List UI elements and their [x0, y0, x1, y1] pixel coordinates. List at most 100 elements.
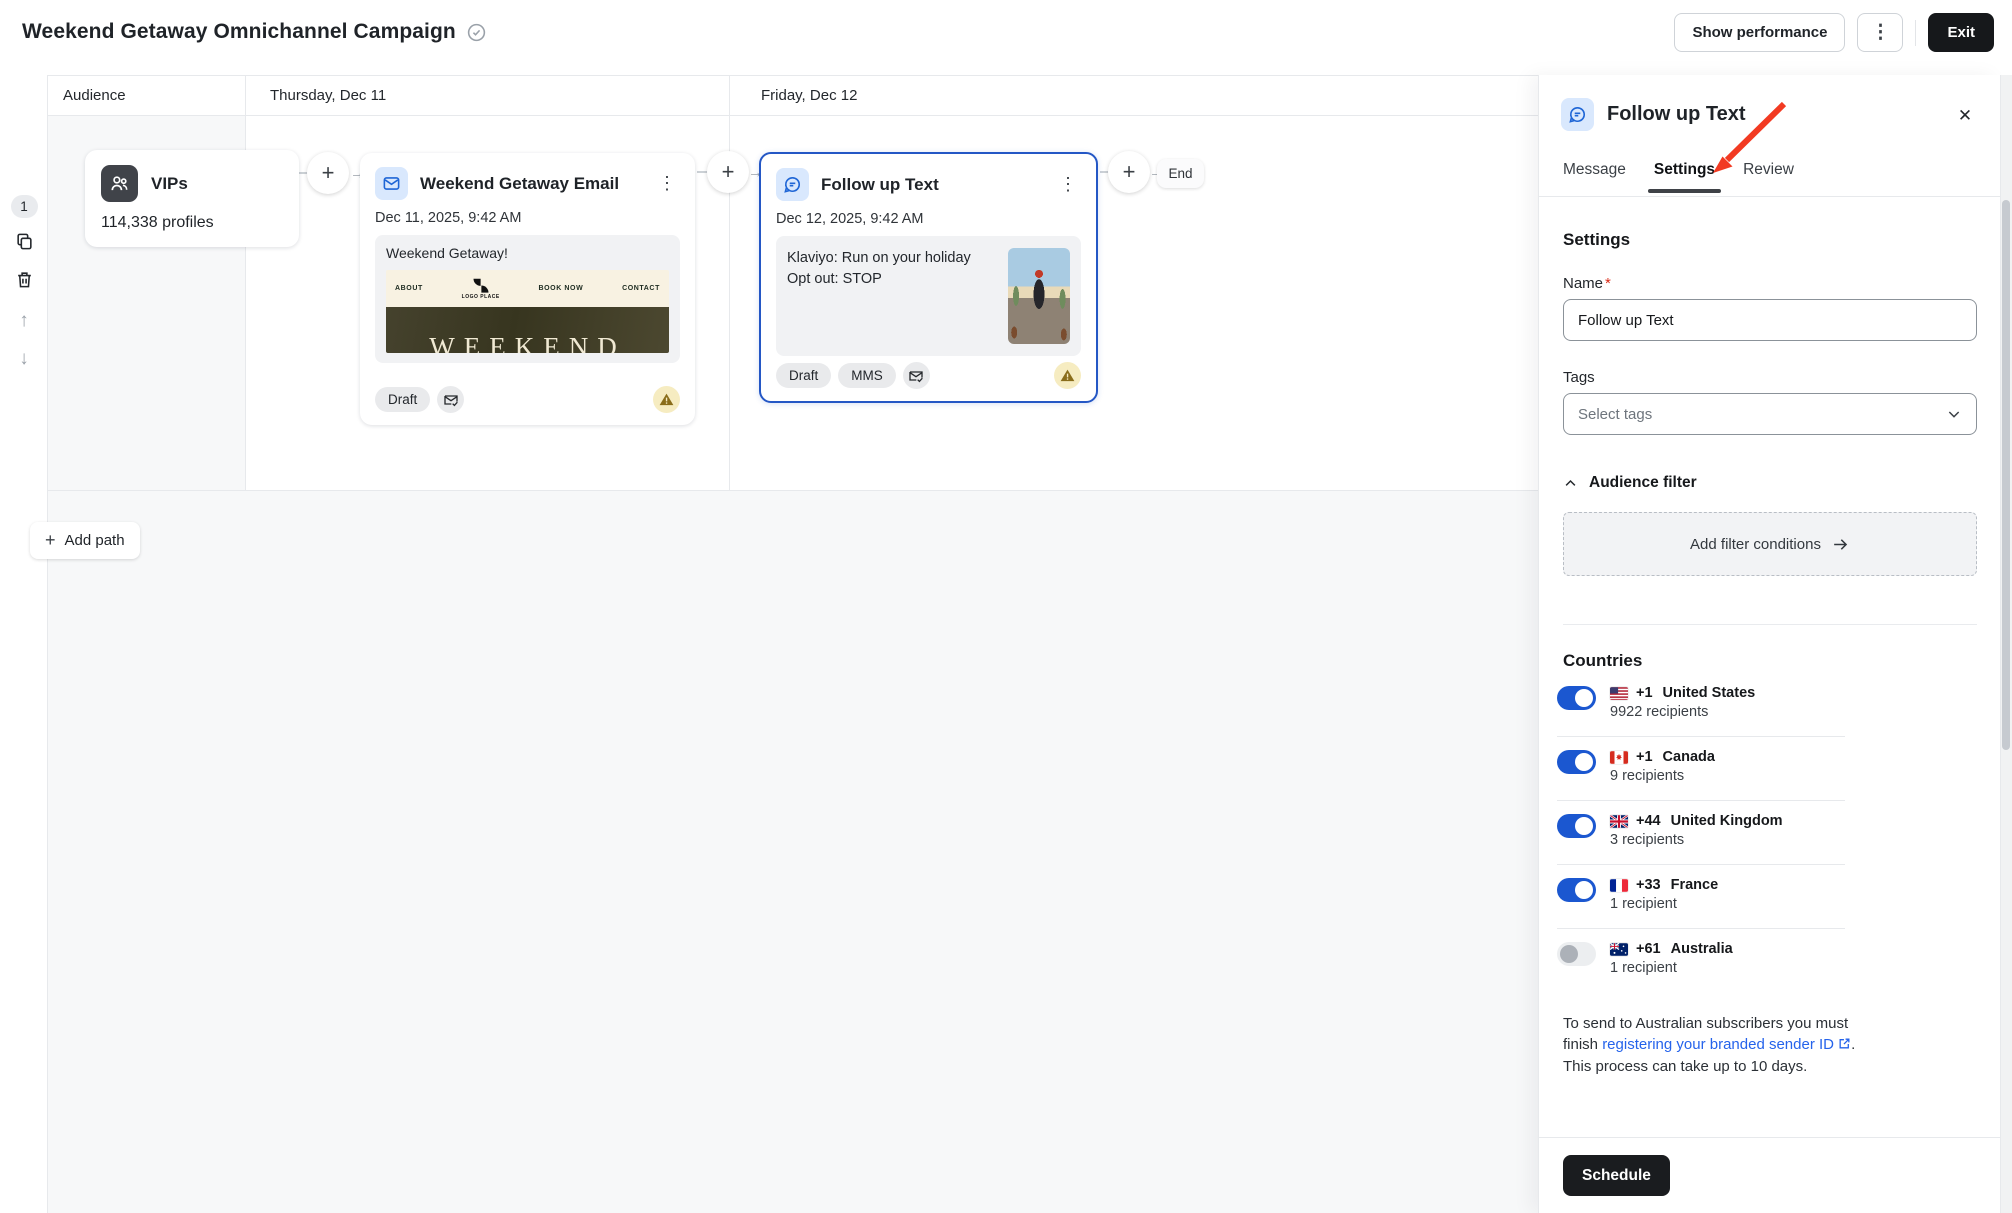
page-title: Weekend Getaway Omnichannel Campaign — [22, 20, 487, 44]
topbar-separator — [1915, 20, 1916, 46]
footer-divider — [1539, 1137, 2000, 1138]
sms-card-menu-button[interactable]: ⋮ — [1055, 174, 1081, 195]
country-toggle[interactable] — [1557, 878, 1596, 902]
country-row-united-kingdom: +44 United Kingdom 3 recipients — [1557, 800, 1857, 848]
copy-icon — [15, 232, 34, 251]
tabs-divider — [1539, 196, 2000, 197]
column-divider — [729, 75, 730, 490]
tab-review[interactable]: Review — [1743, 161, 1794, 192]
show-performance-button[interactable]: Show performance — [1674, 13, 1845, 52]
country-row-australia: +61 Australia 1 recipient — [1557, 928, 1857, 976]
sms-channel-icon — [1561, 98, 1594, 131]
chevron-up-icon — [1563, 476, 1578, 491]
warning-icon — [653, 386, 680, 413]
sms-step-card[interactable]: Follow up Text ⋮ Dec 12, 2025, 9:42 AM K… — [759, 152, 1098, 403]
sms-message-text: Klaviyo: Run on your holiday Opt out: ST… — [787, 246, 998, 346]
add-step-button[interactable]: + — [1108, 151, 1150, 193]
status-badge: Draft — [776, 363, 831, 388]
country-row-france: +33 France 1 recipient — [1557, 864, 1857, 912]
country-toggle[interactable] — [1557, 750, 1596, 774]
column-divider — [245, 75, 246, 490]
panel-scrollbar-thumb[interactable] — [2002, 200, 2010, 750]
mock-nav-about: ABOUT — [395, 285, 423, 292]
topbar-actions: Show performance ⋮ Exit — [1674, 13, 1994, 52]
arrow-right-icon — [1831, 535, 1850, 554]
tags-select[interactable]: Select tags — [1563, 393, 1977, 435]
sms-channel-icon — [776, 168, 809, 201]
hero-headline: WEEKEND — [429, 337, 625, 353]
exit-button[interactable]: Exit — [1928, 13, 1994, 52]
settings-section-title: Settings — [1563, 230, 1630, 250]
chevron-down-icon — [1946, 406, 1962, 422]
trash-icon — [15, 270, 34, 289]
section-divider — [1563, 624, 1977, 625]
email-card-title: Weekend Getaway Email — [420, 174, 642, 194]
row-toolbar-rail: 1 ↑ ↓ — [0, 75, 48, 1213]
required-asterisk: * — [1605, 275, 1611, 292]
status-badge: Draft — [375, 387, 430, 412]
email-preview: Weekend Getaway! ABOUT LOGO PLACE BOOK N… — [375, 235, 680, 363]
audience-profile-count: 114,338 profiles — [101, 214, 283, 232]
flag-au-icon — [1610, 943, 1628, 956]
panel-tabs: Message Settings Review — [1563, 161, 1794, 192]
top-bar: Weekend Getaway Omnichannel Campaign Sho… — [0, 0, 2012, 75]
audience-name: VIPs — [151, 174, 188, 194]
channel-badge: MMS — [838, 363, 896, 388]
sms-preview: Klaviyo: Run on your holiday Opt out: ST… — [776, 236, 1081, 356]
mock-logo: LOGO PLACE — [462, 278, 500, 300]
country-toggle[interactable] — [1557, 814, 1596, 838]
email-send-datetime: Dec 11, 2025, 9:42 AM — [375, 210, 680, 226]
australia-sender-id-note: To send to Australian subscribers you mu… — [1563, 1013, 1859, 1077]
campaign-title-text: Weekend Getaway Omnichannel Campaign — [22, 20, 456, 44]
more-options-button[interactable]: ⋮ — [1857, 13, 1903, 52]
column-audience: Audience — [63, 75, 126, 116]
mock-nav-contact: CONTACT — [622, 285, 660, 292]
add-step-button[interactable]: + — [707, 151, 749, 193]
audience-filter-toggle[interactable]: Audience filter — [1563, 474, 1697, 492]
row-number-badge: 1 — [0, 195, 48, 218]
message-sent-icon — [903, 362, 930, 389]
tab-settings[interactable]: Settings — [1654, 161, 1715, 192]
branded-sender-id-link[interactable]: registering your branded sender ID — [1602, 1036, 1851, 1053]
warning-icon — [1054, 362, 1081, 389]
flag-fr-icon — [1610, 879, 1628, 892]
add-path-button[interactable]: + Add path — [30, 522, 140, 559]
tab-message[interactable]: Message — [1563, 161, 1626, 192]
email-channel-icon — [375, 167, 408, 200]
panel-title: Follow up Text — [1607, 103, 1746, 126]
country-toggle[interactable] — [1557, 942, 1596, 966]
row-divider-line — [0, 490, 1538, 491]
country-toggle[interactable] — [1557, 686, 1596, 710]
name-label: Name* — [1563, 275, 1611, 292]
add-filter-conditions-button[interactable]: Add filter conditions — [1563, 512, 1977, 576]
delete-row-button[interactable] — [0, 270, 48, 289]
email-subject: Weekend Getaway! — [386, 245, 669, 261]
country-row-united-states: +1 United States 9922 recipients — [1557, 685, 1857, 720]
column-friday: Friday, Dec 12 — [761, 75, 857, 116]
external-link-icon — [1838, 1037, 1851, 1050]
tags-placeholder: Select tags — [1578, 406, 1652, 423]
audience-card[interactable]: VIPs 114,338 profiles — [85, 150, 299, 247]
column-thursday: Thursday, Dec 11 — [270, 75, 386, 116]
flag-gb-icon — [1610, 815, 1628, 828]
schedule-button[interactable]: Schedule — [1563, 1155, 1670, 1196]
end-node: End — [1157, 159, 1204, 188]
email-step-card[interactable]: Weekend Getaway Email ⋮ Dec 11, 2025, 9:… — [360, 153, 695, 425]
flag-ca-icon — [1610, 751, 1628, 764]
countries-section-title: Countries — [1563, 651, 1642, 671]
tags-label: Tags — [1563, 369, 1595, 386]
email-card-menu-button[interactable]: ⋮ — [654, 173, 680, 194]
flag-us-icon — [1610, 687, 1628, 700]
move-row-up-button[interactable]: ↑ — [0, 311, 48, 330]
close-panel-button[interactable]: ✕ — [1950, 101, 1980, 131]
sms-send-datetime: Dec 12, 2025, 9:42 AM — [776, 211, 1081, 227]
add-step-button[interactable]: + — [307, 152, 349, 194]
duplicate-row-button[interactable] — [0, 232, 48, 251]
country-row-canada: +1 Canada 9 recipients — [1557, 736, 1857, 784]
plus-icon: + — [45, 530, 56, 551]
mock-nav-book-now: BOOK NOW — [538, 285, 583, 292]
name-input[interactable] — [1563, 299, 1977, 341]
email-sent-icon — [437, 386, 464, 413]
move-row-down-button[interactable]: ↓ — [0, 349, 48, 368]
saved-check-icon — [466, 22, 487, 43]
